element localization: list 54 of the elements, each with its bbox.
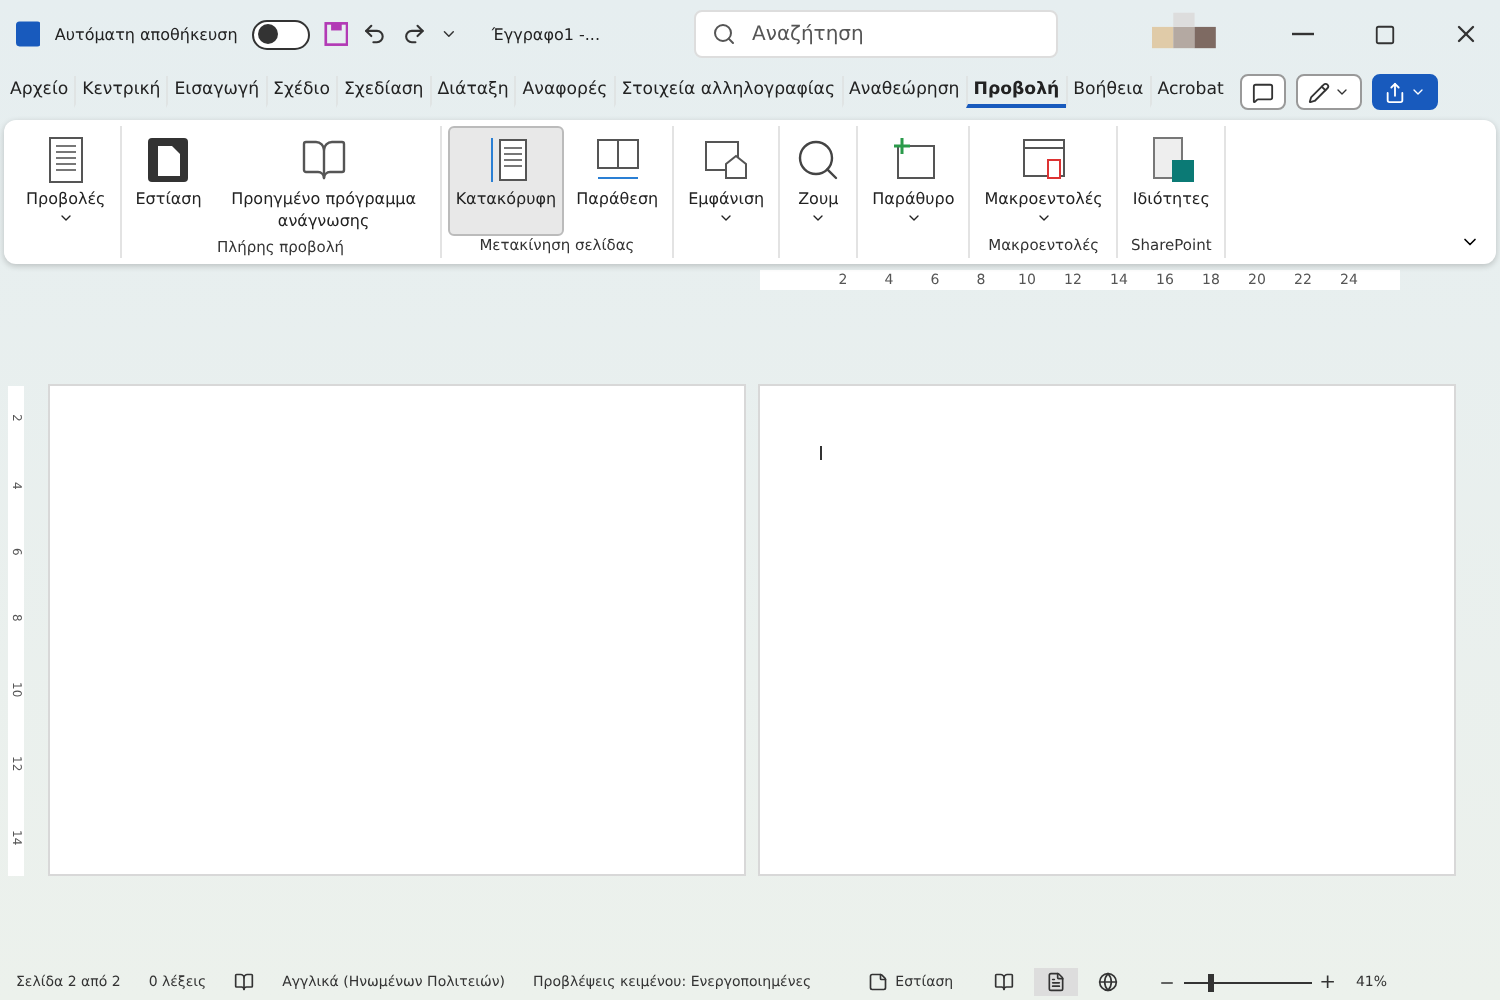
ribbon-tab[interactable]: Διάταξη bbox=[429, 76, 515, 108]
ribbon-button[interactable]: Παράθεση bbox=[568, 126, 667, 236]
read-mode-icon bbox=[993, 972, 1014, 992]
ribbon-tab[interactable]: Σχεδίαση bbox=[335, 76, 430, 108]
ribbon-tab[interactable]: Εισαγωγή bbox=[166, 76, 266, 108]
ribbon-button[interactable]: Προηγμένο πρόγραμμα ανάγνωσης bbox=[213, 126, 434, 238]
ribbon-tab[interactable]: Acrobat bbox=[1149, 76, 1230, 108]
text-cursor bbox=[820, 446, 822, 460]
ribbon-button[interactable]: Ζουμ bbox=[786, 126, 851, 236]
caret-icon bbox=[1409, 84, 1426, 100]
web-layout-icon bbox=[1097, 972, 1118, 992]
ribbon-button[interactable]: Προβολές bbox=[18, 126, 114, 236]
redo-icon[interactable] bbox=[401, 20, 427, 48]
ribbon-tab[interactable]: Κεντρική bbox=[74, 76, 167, 108]
ribbon-tab[interactable]: Βοήθεια bbox=[1065, 76, 1150, 108]
save-icon[interactable] bbox=[323, 20, 349, 48]
ribbon-tab[interactable]: Αναθεώρηση bbox=[841, 76, 966, 108]
maximize-icon bbox=[1373, 23, 1396, 45]
document-title: Έγγραφο1 -... bbox=[491, 25, 601, 43]
properties-icon bbox=[1147, 134, 1196, 186]
ribbon-button[interactable]: Ιδιότητες bbox=[1124, 126, 1218, 236]
comment-icon bbox=[1251, 81, 1274, 103]
ribbon-tab[interactable]: Στοιχεία αλληλογραφίας bbox=[613, 76, 842, 108]
share-icon bbox=[1383, 81, 1406, 103]
ribbon-tab[interactable]: Αρχείο bbox=[4, 76, 75, 108]
pencil-icon bbox=[1307, 81, 1330, 103]
ribbon-button[interactable]: Εμφάνιση bbox=[680, 126, 773, 236]
comments-button[interactable] bbox=[1239, 74, 1286, 110]
share-button[interactable] bbox=[1371, 74, 1438, 110]
ribbon-button[interactable]: Μακροεντολές bbox=[976, 126, 1111, 236]
zoom-in-button[interactable]: + bbox=[1319, 971, 1336, 993]
ribbon-button[interactable]: Παράθυρο bbox=[864, 126, 963, 236]
zoom-thumb[interactable] bbox=[1208, 973, 1215, 991]
autosave-toggle[interactable] bbox=[251, 19, 310, 49]
autosave-label: Αυτόματη αποθήκευση bbox=[54, 25, 238, 43]
editing-button[interactable] bbox=[1295, 74, 1362, 110]
zoom-icon bbox=[794, 136, 843, 184]
view-button[interactable] bbox=[1033, 968, 1078, 996]
search-field[interactable]: Αναζήτηση bbox=[694, 10, 1059, 58]
print-layout-icon bbox=[1045, 972, 1066, 992]
ribbon-tab[interactable]: Αναφορές bbox=[514, 76, 614, 108]
ribbon-tab[interactable]: Σχέδιο bbox=[265, 76, 336, 108]
undo-icon[interactable] bbox=[362, 20, 388, 48]
ribbon-tab[interactable]: Προβολή bbox=[965, 76, 1066, 108]
ribbon-button[interactable]: Εστίαση bbox=[127, 126, 210, 238]
focus-icon bbox=[144, 134, 193, 186]
word-logo-icon bbox=[16, 20, 41, 48]
ribbon-button[interactable]: Κατακόρυφη bbox=[447, 126, 565, 236]
focus-icon bbox=[867, 972, 888, 992]
search-icon bbox=[712, 22, 737, 46]
proofing-icon[interactable] bbox=[234, 972, 255, 992]
caret-icon bbox=[1333, 84, 1350, 100]
book-icon bbox=[299, 136, 348, 184]
minimize-icon bbox=[1292, 32, 1315, 36]
